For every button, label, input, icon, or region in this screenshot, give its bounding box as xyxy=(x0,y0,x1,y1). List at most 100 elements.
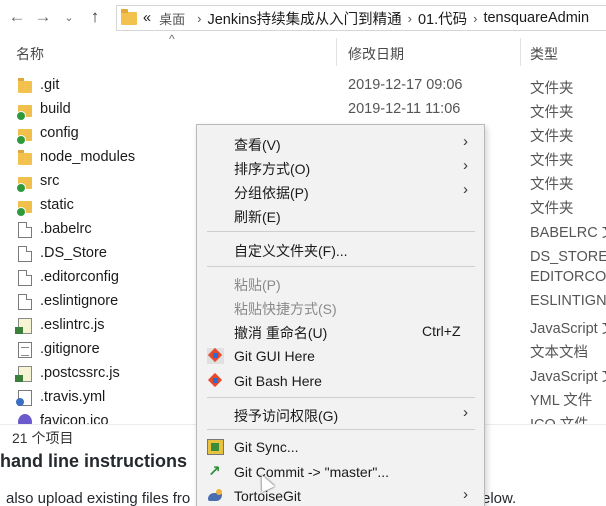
section-heading: hand line instructions xyxy=(0,451,188,471)
breadcrumb-item-course[interactable]: Jenkins持续集成从入门到精通 xyxy=(207,8,401,29)
breadcrumb-item-code[interactable]: 01.代码 xyxy=(418,8,467,29)
arrow-up-icon: ↑ xyxy=(90,7,100,26)
breadcrumb[interactable]: « 桌面 › Jenkins持续集成从入门到精通 › 01.代码 › tensq… xyxy=(116,5,606,31)
menu-item-label: 查看(V) xyxy=(234,137,281,153)
menu-item-label: 排序方式(O) xyxy=(234,161,311,177)
file-name: .DS_Store xyxy=(40,245,107,261)
menu-item-customize-folder[interactable]: 自定义文件夹(F)... xyxy=(197,237,484,261)
yml-file-icon xyxy=(16,390,32,406)
file-name: .eslintignore xyxy=(40,293,119,309)
chevron-right-icon: › xyxy=(463,133,468,150)
menu-item-tortoisegit[interactable]: TortoiseGit › xyxy=(197,484,484,506)
git-commit-icon xyxy=(207,462,224,480)
recent-locations-button[interactable]: ⌄ xyxy=(56,2,82,32)
menu-item-label: 自定义文件夹(F)... xyxy=(234,243,348,259)
menu-item-undo-rename[interactable]: 撤消 重命名(U) Ctrl+Z xyxy=(197,319,484,343)
text-file-icon xyxy=(18,342,32,358)
menu-separator xyxy=(207,397,475,398)
file-type: 文件夹 xyxy=(530,153,574,169)
breadcrumb-overflow[interactable]: « xyxy=(143,10,151,26)
item-count: 21 个项目 xyxy=(12,430,74,446)
git-folder-icon xyxy=(16,201,32,217)
menu-item-git-bash-here[interactable]: Git Bash Here xyxy=(197,369,484,393)
file-type: 文件夹 xyxy=(530,177,574,193)
menu-item-git-gui-here[interactable]: Git GUI Here xyxy=(197,344,484,368)
sort-ascending-icon: ^ xyxy=(169,32,175,46)
file-name: static xyxy=(40,197,74,213)
column-header-name[interactable]: 名称 xyxy=(16,44,44,64)
chevron-right-icon: › xyxy=(407,10,412,26)
menu-item-label: Git Sync... xyxy=(234,439,299,455)
js-file-icon xyxy=(15,318,32,334)
chevron-right-icon: › xyxy=(463,181,468,198)
menu-item-label: TortoiseGit xyxy=(234,488,301,504)
navigation-bar: ← → ⌄ ↑ « 桌面 › Jenkins持续集成从入门到精通 › 01.代码… xyxy=(0,0,606,34)
back-button[interactable]: ← xyxy=(4,2,30,32)
menu-item-label: 分组依据(P) xyxy=(234,185,309,201)
menu-item-refresh[interactable]: 刷新(E) xyxy=(197,203,484,227)
column-divider[interactable] xyxy=(336,38,337,66)
file-type: 文件夹 xyxy=(530,81,574,97)
ico-file-icon xyxy=(18,414,32,424)
file-icon xyxy=(18,270,32,286)
git-bash-icon xyxy=(207,373,224,389)
chevron-right-icon: › xyxy=(463,404,468,421)
file-type: YML 文件 xyxy=(530,393,593,409)
forward-button[interactable]: → xyxy=(30,2,56,32)
arrow-right-icon: → xyxy=(34,7,52,26)
git-folder-icon xyxy=(16,105,32,121)
breadcrumb-item-desktop[interactable]: 桌面 xyxy=(159,9,185,28)
folder-icon xyxy=(18,150,32,165)
file-name: src xyxy=(40,173,60,189)
file-name: node_modules xyxy=(40,149,136,165)
file-type: 文件夹 xyxy=(530,129,574,145)
js-file-icon xyxy=(15,366,32,382)
list-item[interactable]: build 2019-12-11 11:06 文件夹 xyxy=(0,98,606,122)
file-icon xyxy=(18,246,32,262)
menu-item-label: 撤消 重命名(U) xyxy=(234,325,328,341)
file-name: .babelrc xyxy=(40,221,92,237)
file-type: EDITORCON xyxy=(530,269,606,285)
git-gui-icon xyxy=(207,348,224,364)
file-name: .git xyxy=(40,77,60,93)
chevron-right-icon: › xyxy=(197,10,202,26)
column-header-date[interactable]: 修改日期 xyxy=(348,44,404,64)
column-divider[interactable] xyxy=(520,38,521,66)
menu-item-give-access[interactable]: 授予访问权限(G) › xyxy=(197,402,484,426)
menu-item-label: Git Bash Here xyxy=(234,373,322,389)
list-item[interactable]: .git 2019-12-17 09:06 文件夹 xyxy=(0,74,606,98)
up-button[interactable]: ↑ xyxy=(82,2,108,32)
file-type: BABELRC 文 xyxy=(530,225,606,241)
keyboard-shortcut: Ctrl+Z xyxy=(422,323,461,339)
menu-separator xyxy=(207,231,475,232)
menu-item-view[interactable]: 查看(V) › xyxy=(197,131,484,155)
menu-item-git-commit[interactable]: Git Commit -> "master"... xyxy=(197,460,484,484)
menu-separator xyxy=(207,266,475,267)
file-name: .travis.yml xyxy=(40,389,106,405)
breadcrumb-item-current[interactable]: tensquareAdmin xyxy=(483,10,589,26)
file-date: 2019-12-11 11:06 xyxy=(348,101,461,117)
file-type: JavaScript 文 xyxy=(530,321,606,337)
context-menu: 查看(V) › 排序方式(O) › 分组依据(P) › 刷新(E) 自定义文件夹… xyxy=(196,124,485,506)
file-date: 2019-12-17 09:06 xyxy=(348,77,463,93)
file-name: .eslintrc.js xyxy=(40,317,105,333)
file-type: JavaScript 文 xyxy=(530,369,606,385)
file-name: build xyxy=(40,101,71,117)
file-type: ICO 文件 xyxy=(530,413,589,424)
chevron-right-icon: › xyxy=(473,10,478,26)
chevron-right-icon: › xyxy=(463,486,468,503)
git-folder-icon xyxy=(16,129,32,145)
instruction-text-tail: elow. xyxy=(482,490,517,506)
menu-item-paste[interactable]: 粘贴(P) xyxy=(197,271,484,295)
file-name: config xyxy=(40,125,79,141)
folder-icon xyxy=(18,78,32,93)
menu-separator xyxy=(207,429,475,430)
menu-item-paste-shortcut[interactable]: 粘贴快捷方式(S) xyxy=(197,295,484,319)
column-header-type[interactable]: 类型 xyxy=(530,44,558,64)
menu-item-group-by[interactable]: 分组依据(P) › xyxy=(197,179,484,203)
menu-item-git-sync[interactable]: Git Sync... xyxy=(197,435,484,459)
menu-item-sort-by[interactable]: 排序方式(O) › xyxy=(197,155,484,179)
instruction-text: also upload existing files fro xyxy=(6,490,191,506)
folder-icon xyxy=(121,8,137,25)
file-icon xyxy=(18,222,32,238)
